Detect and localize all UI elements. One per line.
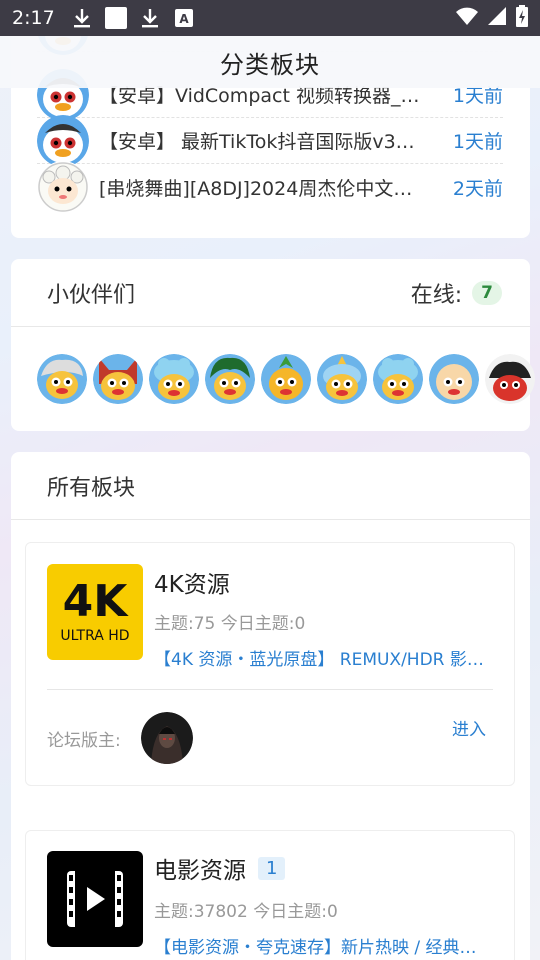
member-avatar[interactable] [205,354,255,404]
film-logo [47,851,143,947]
board-card-movies[interactable]: 电影资源 1 主题:37802 今日主题:0 【电影资源・夸克速存】新片热映 /… [25,830,515,960]
page-title: 分类板块 [220,50,320,79]
online-count-label: 在线: [410,282,463,308]
all-boards-card: 所有板块 4K ULTRA HD 4K资源 主题:75 今日主题:0 【4K 资… [11,452,530,960]
boards-header: 所有板块 [11,452,530,520]
board-desc: 【4K 资源・蓝光原盘】 REMUX/HDR 影… [154,650,484,670]
board-stats: 主题:75 今日主题:0 [154,614,306,634]
online-count-badge: 7 [472,280,502,305]
member-avatar[interactable] [429,354,479,404]
member-avatar[interactable] [485,354,535,404]
post-time: 1天前 [452,131,503,153]
post-time: 2天前 [452,177,503,200]
online-header: 小伙伴们 在线: 7 [11,259,530,327]
member-avatar[interactable] [93,354,143,404]
sheep-avatar [37,161,89,213]
member-avatar[interactable] [149,354,199,404]
board-card-4k[interactable]: 4K ULTRA HD 4K资源 主题:75 今日主题:0 【4K 资源・蓝光原… [25,542,515,786]
online-avatar-list [37,354,535,404]
post-title: 【安卓】 最新TikTok抖音国际版v3… [99,131,415,153]
member-avatar[interactable] [317,354,367,404]
board-name-text: 4K资源 [154,572,230,598]
board-name: 4K资源 [154,565,230,599]
online-members-card: 小伙伴们 在线: 7 [11,259,535,431]
status-time: 2:17 [12,7,55,29]
member-avatar[interactable] [373,354,423,404]
title-bar: 分类板块 [0,36,540,88]
list-item[interactable]: [串烧舞曲][A8DJ]2024周杰伦中文… 2天前 [37,161,503,213]
svg-text:A: A [179,12,189,26]
online-title: 小伙伴们 [47,282,136,308]
font-icon: A [173,7,195,29]
post-title: [串烧舞曲][A8DJ]2024周杰伦中文… [99,177,413,200]
moderator-label: 论坛版主: [47,731,121,751]
signal-icon [488,7,506,29]
download-icon [139,7,161,29]
divider [47,689,493,690]
logo-ultrahd-text: ULTRA HD [60,628,130,644]
boards-title: 所有板块 [47,475,136,501]
board-desc: 【电影资源・夸克速存】新片热映 / 经典… [154,938,477,958]
download-icon [71,7,93,29]
wifi-icon [456,7,478,29]
4k-logo: 4K ULTRA HD [47,564,143,660]
square-icon [104,7,127,29]
moderator-avatar[interactable] [141,712,193,764]
member-avatar[interactable] [261,354,311,404]
board-stats: 主题:37802 今日主题:0 [154,902,338,922]
member-avatar[interactable] [37,354,87,404]
board-name: 电影资源 1 [154,851,286,885]
logo-4k-text: 4K [62,576,128,627]
board-name-text: 电影资源 [154,858,246,884]
duck-avatar [37,114,89,167]
enter-board-button[interactable]: 进入 [452,715,486,740]
new-posts-badge: 1 [258,856,286,880]
status-bar: 2:17 A [0,0,540,36]
battery-charging-icon [516,5,528,31]
list-item[interactable]: 【安卓】 最新TikTok抖音国际版v3… 1天前 [37,114,503,167]
